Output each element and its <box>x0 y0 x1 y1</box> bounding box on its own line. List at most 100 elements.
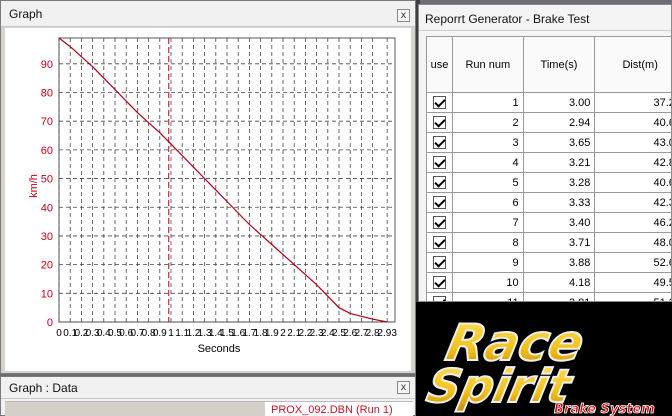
report-rows: 13.0037.2822.9440.6533.6543.0843.2142.86… <box>426 92 671 301</box>
table-row[interactable]: 63.3342.32 <box>426 192 671 213</box>
use-checkbox-cell[interactable] <box>426 292 453 301</box>
time-cell: 2.94 <box>522 112 596 133</box>
use-checkbox[interactable] <box>432 136 446 149</box>
column-header-run-num[interactable]: Run num <box>451 36 524 93</box>
time-cell: 3.65 <box>522 132 596 153</box>
report-title-bar[interactable]: Reporrt Generator - Brake Test <box>419 5 671 31</box>
graph-window: Graph x 0 10 20 30 40 50 60 70 80 90 0 0.1 0.2 0.3 0.4… <box>0 0 416 374</box>
time-cell: 3.21 <box>522 152 596 173</box>
use-checkbox[interactable] <box>432 176 446 189</box>
use-checkbox[interactable] <box>432 96 446 109</box>
table-row[interactable]: 13.0037.28 <box>426 92 671 113</box>
time-cell: 3.00 <box>522 92 596 113</box>
use-checkbox-cell[interactable] <box>426 172 453 193</box>
report-table: use Run num Time(s) Dist(m) 13.0037.2822… <box>426 36 671 301</box>
y-axis-label: km/h <box>28 174 40 198</box>
run-num-cell: 4 <box>451 152 524 173</box>
y-tick-label: 20 <box>41 260 53 272</box>
data-close-button[interactable]: x <box>397 381 410 394</box>
use-checkbox-cell[interactable] <box>426 212 453 233</box>
logo-tagline: Brake System <box>554 402 655 416</box>
data-grid-area <box>5 402 265 416</box>
run-num-cell: 5 <box>451 172 524 193</box>
dist-cell: 37.28 <box>594 92 671 113</box>
table-row[interactable]: 104.1849.55 <box>426 272 671 293</box>
graph-window-title: Graph <box>9 7 43 21</box>
y-tick-label: 30 <box>41 231 53 243</box>
dist-cell: 49.55 <box>594 272 671 293</box>
dist-cell: 52.65 <box>594 252 671 273</box>
dist-cell: 40.69 <box>594 172 671 193</box>
x-tick-label: 2 <box>280 328 286 339</box>
graph-close-button[interactable]: x <box>397 9 410 22</box>
column-header-time[interactable]: Time(s) <box>522 36 596 93</box>
column-header-dist[interactable]: Dist(m) <box>594 36 671 93</box>
run-num-cell: 1 <box>451 92 524 113</box>
time-cell: 3.40 <box>522 212 596 233</box>
use-checkbox-cell[interactable] <box>426 232 453 253</box>
time-cell: 4.18 <box>522 272 596 293</box>
graph-title-bar[interactable]: Graph x <box>1 1 415 27</box>
use-checkbox[interactable] <box>432 116 446 129</box>
time-cell: 3.71 <box>522 232 596 253</box>
report-window: Reporrt Generator - Brake Test use Run n… <box>418 4 672 302</box>
dist-cell: 42.86 <box>594 152 671 173</box>
data-window-title: Graph : Data <box>9 381 78 395</box>
time-cell: 3.28 <box>522 172 596 193</box>
use-checkbox-cell[interactable] <box>426 112 453 133</box>
table-row[interactable]: 73.4046.27 <box>426 212 671 233</box>
run-num-cell: 10 <box>451 272 524 293</box>
time-cell: 3.88 <box>522 252 596 273</box>
x-axis-label: Seconds <box>198 343 241 355</box>
data-window: Graph : Data x PROX_092.DBN (Run 1) <box>0 376 416 416</box>
column-header-use[interactable]: use <box>426 36 453 93</box>
use-checkbox[interactable] <box>432 276 446 289</box>
use-checkbox[interactable] <box>432 216 446 229</box>
y-tick-label: 80 <box>41 88 53 100</box>
use-checkbox-cell[interactable] <box>426 192 453 213</box>
report-header-row: use Run num Time(s) Dist(m) <box>426 36 671 93</box>
run-file-label[interactable]: PROX_092.DBN (Run 1) <box>271 404 393 416</box>
use-checkbox-cell[interactable] <box>426 132 453 153</box>
speed-chart-svg: 01020304050607080900 0.10.20.30.40.50.60.… <box>28 37 397 355</box>
time-cell: 3.33 <box>522 192 596 213</box>
y-tick-label: 50 <box>41 174 53 186</box>
run-num-cell: 6 <box>451 192 524 213</box>
use-checkbox[interactable] <box>432 256 446 269</box>
logo-artwork: Race Spirit Brake System <box>416 302 672 416</box>
dist-cell: 51.21 <box>594 292 671 301</box>
use-checkbox[interactable] <box>432 196 446 209</box>
speed-chart[interactable]: 0 10 20 30 40 50 60 70 80 90 0 0.1 0.2 0.3 0.4 0.5 0.6 0.… <box>5 28 411 371</box>
table-row[interactable]: 113.8151.21 <box>426 292 671 301</box>
dist-cell: 40.65 <box>594 112 671 133</box>
x-tick-label: 1.9 <box>265 328 279 339</box>
run-num-cell: 7 <box>451 212 524 233</box>
run-num-cell: 8 <box>451 232 524 253</box>
table-row[interactable]: 33.6543.08 <box>426 132 671 153</box>
data-title-bar[interactable]: Graph : Data x <box>1 377 415 399</box>
use-checkbox[interactable] <box>432 156 446 169</box>
run-num-cell: 2 <box>451 112 524 133</box>
table-row[interactable]: 22.9440.65 <box>426 112 671 133</box>
use-checkbox-cell[interactable] <box>426 92 453 113</box>
use-checkbox-cell[interactable] <box>426 252 453 273</box>
dist-cell: 42.32 <box>594 192 671 213</box>
time-cell: 3.81 <box>522 292 596 301</box>
x-tick-label: 0 <box>56 328 62 339</box>
y-tick-label: 0 <box>47 317 53 329</box>
table-row[interactable]: 53.2840.69 <box>426 172 671 193</box>
use-checkbox-cell[interactable] <box>426 152 453 173</box>
use-checkbox[interactable] <box>432 236 446 249</box>
dist-cell: 48.00 <box>594 232 671 253</box>
report-window-title: Reporrt Generator - Brake Test <box>425 12 590 26</box>
y-tick-label: 70 <box>41 116 53 128</box>
table-row[interactable]: 93.8852.65 <box>426 252 671 273</box>
use-checkbox-cell[interactable] <box>426 272 453 293</box>
y-tick-label: 10 <box>41 288 53 300</box>
table-row[interactable]: 43.2142.86 <box>426 152 671 173</box>
run-num-cell: 9 <box>451 252 524 273</box>
run-num-cell: 11 <box>451 292 524 301</box>
table-row[interactable]: 83.7148.00 <box>426 232 671 253</box>
dist-cell: 43.08 <box>594 132 671 153</box>
y-tick-label: 90 <box>41 59 53 71</box>
